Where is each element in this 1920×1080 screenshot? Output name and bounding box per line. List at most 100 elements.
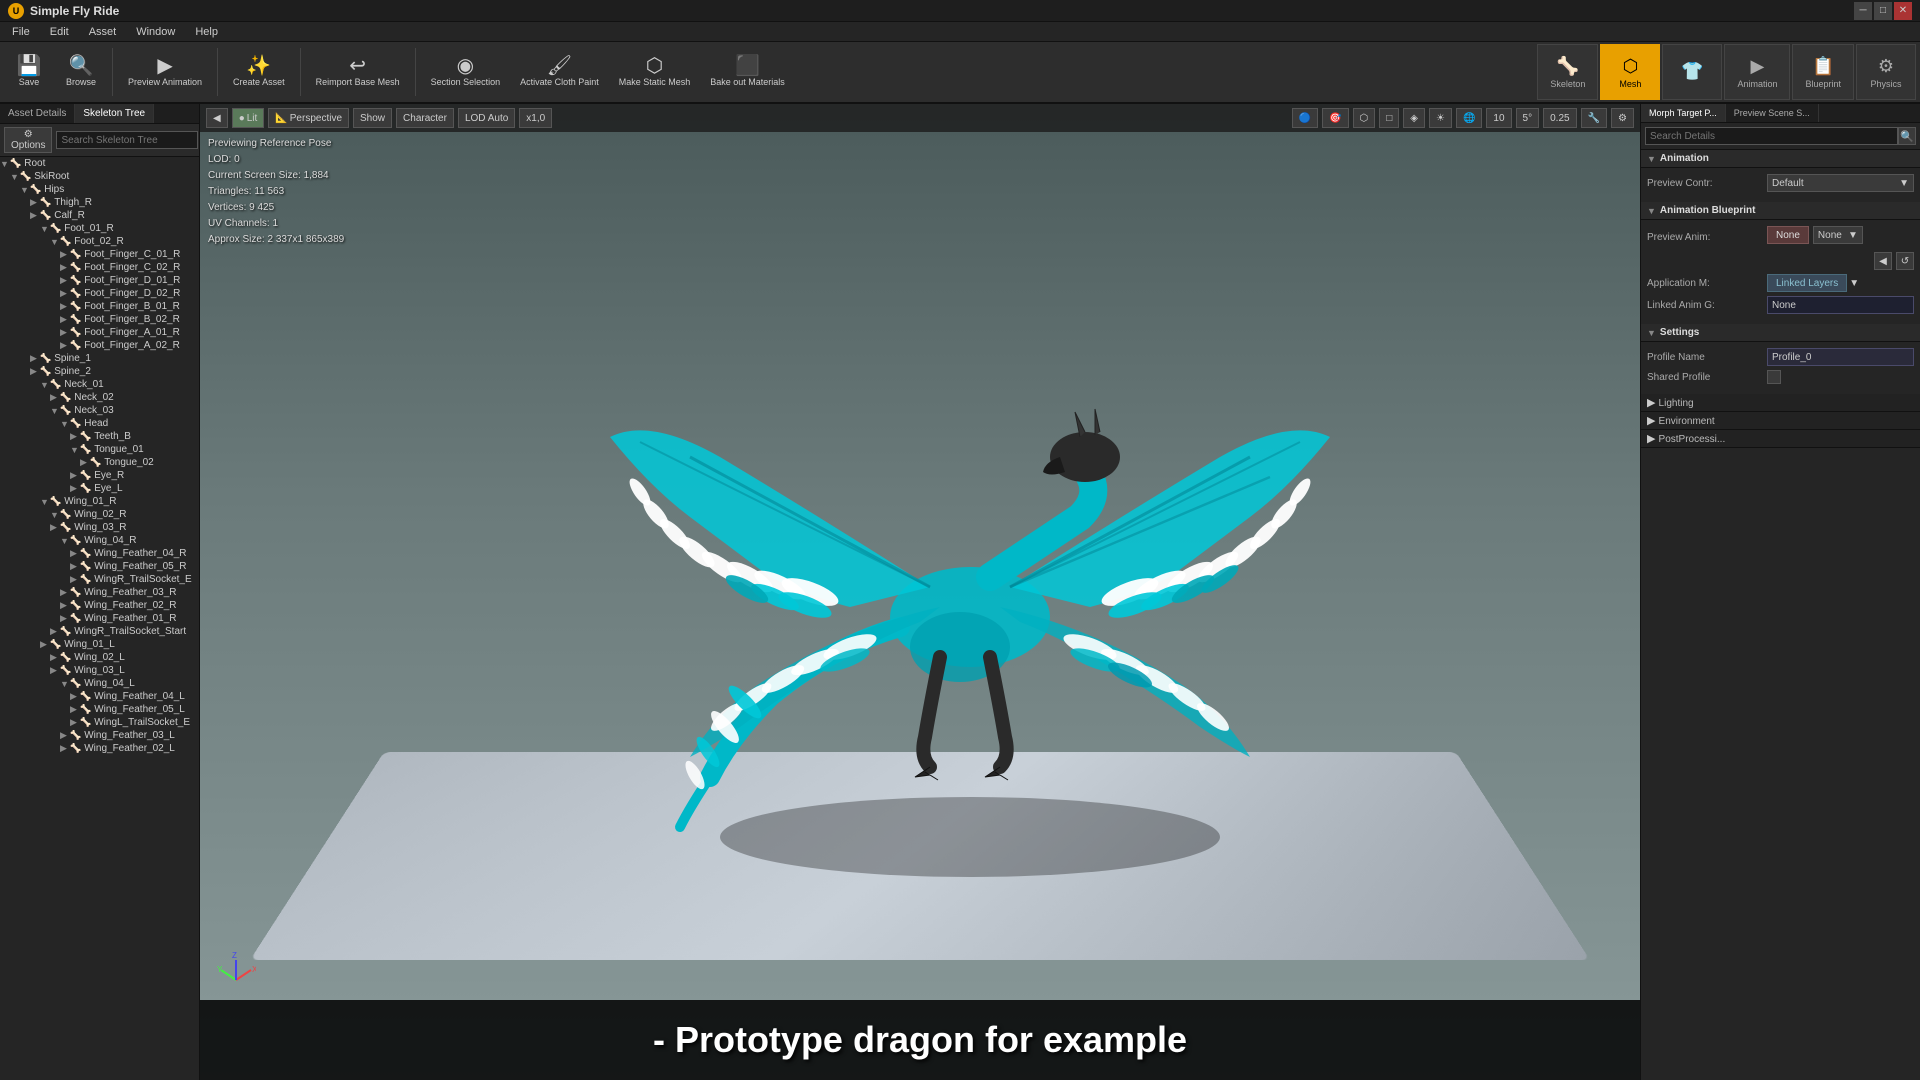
tab-blueprint[interactable]: 📋 Blueprint bbox=[1792, 44, 1854, 100]
skeleton-search[interactable] bbox=[56, 131, 198, 149]
perspective-button[interactable]: 📐 Perspective bbox=[268, 108, 349, 128]
tree-item-43[interactable]: ▶🦴Wing_Feather_05_L bbox=[0, 703, 199, 716]
tree-item-40[interactable]: ▶🦴Wing_03_L bbox=[0, 664, 199, 677]
tree-item-7[interactable]: ▼🦴Foot_02_R bbox=[0, 235, 199, 248]
linked-anim-value[interactable]: None bbox=[1767, 296, 1914, 314]
tree-item-9[interactable]: ▶🦴Foot_Finger_C_02_R bbox=[0, 261, 199, 274]
preview-anim-none-btn[interactable]: None bbox=[1767, 226, 1809, 244]
options-button[interactable]: ⚙ Options bbox=[4, 127, 52, 153]
tab-skeleton[interactable]: 🦴 Skeleton bbox=[1537, 44, 1598, 100]
tree-item-11[interactable]: ▶🦴Foot_Finger_D_02_R bbox=[0, 287, 199, 300]
tab-physics[interactable]: ⚙ Physics bbox=[1856, 44, 1916, 100]
postprocess-subsection[interactable]: ▶ PostProcessi... bbox=[1641, 430, 1920, 448]
tree-item-36[interactable]: ▶🦴Wing_Feather_01_R bbox=[0, 612, 199, 625]
tree-item-13[interactable]: ▶🦴Foot_Finger_B_02_R bbox=[0, 313, 199, 326]
viewport-overlay-6[interactable]: ☀ bbox=[1429, 108, 1452, 128]
tree-item-21[interactable]: ▼🦴Head bbox=[0, 417, 199, 430]
menu-asset[interactable]: Asset bbox=[85, 24, 121, 40]
save-button[interactable]: 💾 Save bbox=[4, 44, 54, 100]
shared-profile-checkbox[interactable] bbox=[1767, 370, 1781, 384]
tree-item-35[interactable]: ▶🦴Wing_Feather_02_R bbox=[0, 599, 199, 612]
reimport-base-mesh-button[interactable]: ↩ Reimport Base Mesh bbox=[307, 44, 409, 100]
search-details-icon[interactable]: 🔍 bbox=[1898, 127, 1916, 145]
menu-edit[interactable]: Edit bbox=[46, 24, 73, 40]
tree-item-27[interactable]: ▼🦴Wing_01_R bbox=[0, 495, 199, 508]
preview-anim-select[interactable]: None ▼ bbox=[1813, 226, 1863, 244]
character-button[interactable]: Character bbox=[396, 108, 454, 128]
tree-item-14[interactable]: ▶🦴Foot_Finger_A_01_R bbox=[0, 326, 199, 339]
tree-item-6[interactable]: ▼🦴Foot_01_R bbox=[0, 222, 199, 235]
snap-angle[interactable]: 5° bbox=[1516, 108, 1540, 128]
refresh-forward-button[interactable]: ↺ bbox=[1896, 252, 1914, 270]
restore-button[interactable]: □ bbox=[1874, 2, 1892, 20]
tree-item-37[interactable]: ▶🦴WingR_TrailSocket_Start bbox=[0, 625, 199, 638]
minimize-button[interactable]: ─ bbox=[1854, 2, 1872, 20]
tab-skeleton-tree[interactable]: Skeleton Tree bbox=[75, 104, 154, 123]
tree-item-2[interactable]: ▼🦴SkiRoot bbox=[0, 170, 199, 183]
tree-item-17[interactable]: ▶🦴Spine_2 bbox=[0, 365, 199, 378]
browse-button[interactable]: 🔍 Browse bbox=[56, 44, 106, 100]
viewport-extra-2[interactable]: ⚙ bbox=[1611, 108, 1634, 128]
viewport-overlay-3[interactable]: ⬡ bbox=[1353, 108, 1376, 128]
linked-layers-button[interactable]: Linked Layers bbox=[1767, 274, 1847, 292]
create-asset-button[interactable]: ✨ Create Asset bbox=[224, 44, 294, 100]
tree-item-41[interactable]: ▼🦴Wing_04_L bbox=[0, 677, 199, 690]
tree-item-15[interactable]: ▶🦴Foot_Finger_A_02_R bbox=[0, 339, 199, 352]
menu-window[interactable]: Window bbox=[132, 24, 179, 40]
make-static-mesh-button[interactable]: ⬡ Make Static Mesh bbox=[610, 44, 700, 100]
tree-item-3[interactable]: ▼🦴Hips bbox=[0, 183, 199, 196]
lighting-subsection[interactable]: ▶ Lighting bbox=[1641, 394, 1920, 412]
tree-item-31[interactable]: ▶🦴Wing_Feather_04_R bbox=[0, 547, 199, 560]
tree-item-24[interactable]: ▶🦴Tongue_02 bbox=[0, 456, 199, 469]
tab-morph-target[interactable]: Morph Target P... bbox=[1641, 104, 1726, 122]
tree-item-32[interactable]: ▶🦴Wing_Feather_05_R bbox=[0, 560, 199, 573]
activate-cloth-paint-button[interactable]: 🖌 Activate Cloth Paint bbox=[511, 44, 608, 100]
environment-subsection[interactable]: ▶ Environment bbox=[1641, 412, 1920, 430]
bake-out-materials-button[interactable]: ⬛ Bake out Materials bbox=[701, 44, 794, 100]
refresh-back-button[interactable]: ◀ bbox=[1874, 252, 1892, 270]
tree-item-22[interactable]: ▶🦴Teeth_B bbox=[0, 430, 199, 443]
tree-item-29[interactable]: ▶🦴Wing_03_R bbox=[0, 521, 199, 534]
tree-item-1[interactable]: ▼🦴Root bbox=[0, 157, 199, 170]
tab-animation[interactable]: ▶ Animation bbox=[1724, 44, 1790, 100]
viewport-overlay-7[interactable]: 🌐 bbox=[1456, 108, 1482, 128]
tree-item-4[interactable]: ▶🦴Thigh_R bbox=[0, 196, 199, 209]
tab-mesh[interactable]: ⬡ Mesh bbox=[1600, 44, 1660, 100]
viewport-extra-1[interactable]: 🔧 bbox=[1581, 108, 1607, 128]
menu-file[interactable]: File bbox=[8, 24, 34, 40]
tree-item-28[interactable]: ▼🦴Wing_02_R bbox=[0, 508, 199, 521]
tree-item-19[interactable]: ▶🦴Neck_02 bbox=[0, 391, 199, 404]
viewport[interactable]: ◀ ● Lit 📐 Perspective Show Character LOD… bbox=[200, 104, 1640, 1080]
tree-item-12[interactable]: ▶🦴Foot_Finger_B_01_R bbox=[0, 300, 199, 313]
skeleton-tree[interactable]: ▼🦴Root▼🦴SkiRoot▼🦴Hips▶🦴Thigh_R▶🦴Calf_R▼🦴… bbox=[0, 157, 199, 1080]
section-selection-button[interactable]: ◉ Section Selection bbox=[422, 44, 510, 100]
viewport-type-button[interactable]: ◀ bbox=[206, 108, 228, 128]
tree-item-20[interactable]: ▼🦴Neck_03 bbox=[0, 404, 199, 417]
scale-button[interactable]: x1,0 bbox=[519, 108, 552, 128]
tree-item-18[interactable]: ▼🦴Neck_01 bbox=[0, 378, 199, 391]
profile-name-input[interactable] bbox=[1767, 348, 1914, 366]
preview-controller-select[interactable]: Default ▼ bbox=[1767, 174, 1914, 192]
tree-item-44[interactable]: ▶🦴WingL_TrailSocket_E bbox=[0, 716, 199, 729]
tree-item-25[interactable]: ▶🦴Eye_R bbox=[0, 469, 199, 482]
tree-item-26[interactable]: ▶🦴Eye_L bbox=[0, 482, 199, 495]
settings-section-header[interactable]: ▼ Settings bbox=[1641, 324, 1920, 342]
search-details-input[interactable] bbox=[1645, 127, 1898, 145]
snap-scale[interactable]: 0.25 bbox=[1543, 108, 1576, 128]
tab-preview-scene[interactable]: Preview Scene S... bbox=[1726, 104, 1819, 122]
tree-item-5[interactable]: ▶🦴Calf_R bbox=[0, 209, 199, 222]
tree-item-39[interactable]: ▶🦴Wing_02_L bbox=[0, 651, 199, 664]
show-button[interactable]: Show bbox=[353, 108, 392, 128]
menu-help[interactable]: Help bbox=[191, 24, 222, 40]
lit-mode-button[interactable]: ● Lit bbox=[232, 108, 265, 128]
viewport-overlay-4[interactable]: □ bbox=[1379, 108, 1399, 128]
tree-item-45[interactable]: ▶🦴Wing_Feather_03_L bbox=[0, 729, 199, 742]
tree-item-8[interactable]: ▶🦴Foot_Finger_C_01_R bbox=[0, 248, 199, 261]
tree-item-10[interactable]: ▶🦴Foot_Finger_D_01_R bbox=[0, 274, 199, 287]
tree-item-34[interactable]: ▶🦴Wing_Feather_03_R bbox=[0, 586, 199, 599]
tree-item-46[interactable]: ▶🦴Wing_Feather_02_L bbox=[0, 742, 199, 755]
tab-clothing[interactable]: 👕 bbox=[1662, 44, 1722, 100]
tree-item-16[interactable]: ▶🦴Spine_1 bbox=[0, 352, 199, 365]
tree-item-23[interactable]: ▼🦴Tongue_01 bbox=[0, 443, 199, 456]
tree-item-33[interactable]: ▶🦴WingR_TrailSocket_E bbox=[0, 573, 199, 586]
